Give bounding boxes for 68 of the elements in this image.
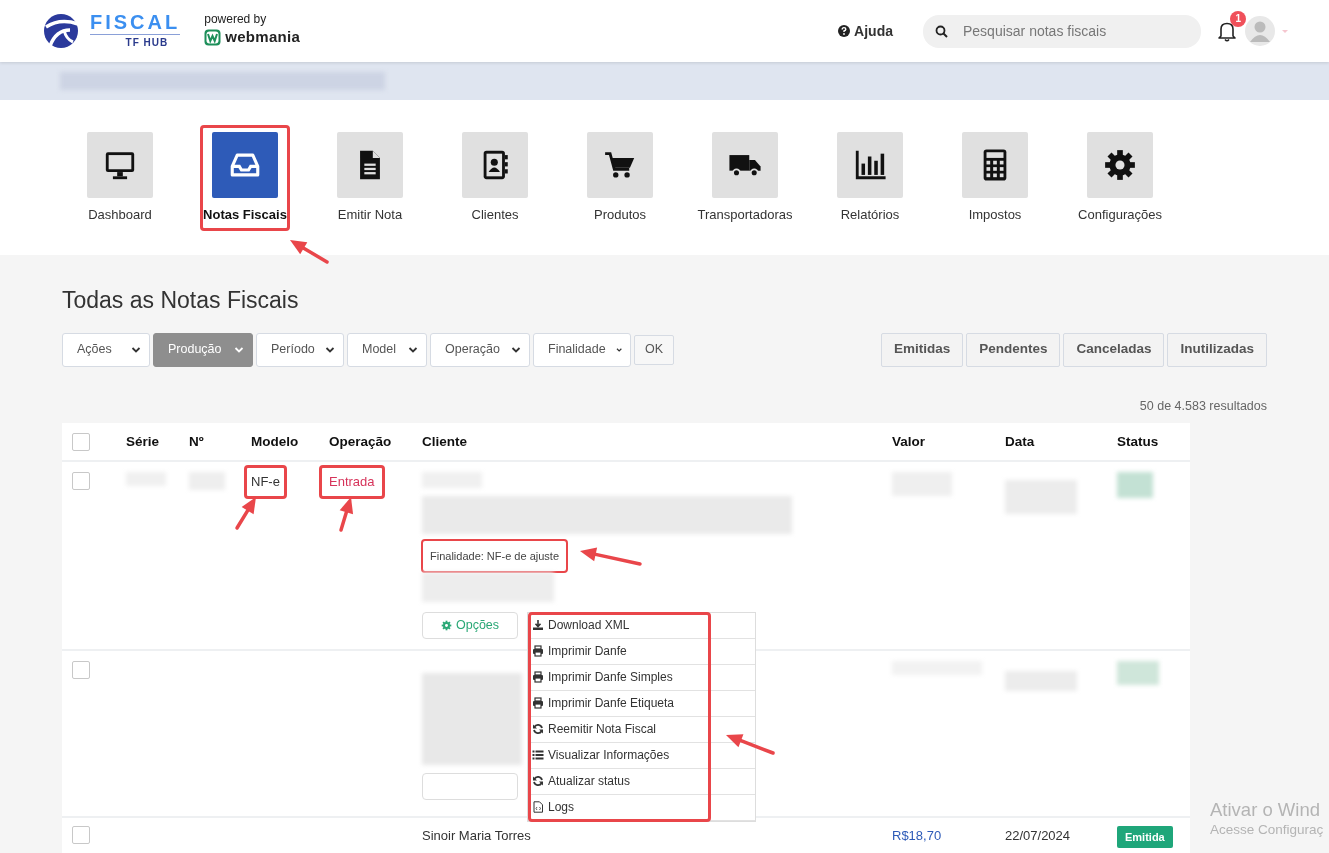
row-checkbox[interactable] [72, 825, 90, 844]
page-title: Todas as Notas Fiscais [62, 287, 300, 315]
table-cell: Sinoir Maria Torres [422, 827, 531, 843]
search-field[interactable]: Pesquisar notas fiscais [923, 14, 1201, 48]
annotation-arrow [290, 240, 329, 264]
filter-dropdown[interactable]: Período [256, 332, 344, 367]
caret-icon[interactable] [1282, 30, 1288, 33]
bar-chart-icon [853, 148, 887, 182]
help-icon [838, 25, 851, 37]
select-all-checkbox[interactable] [72, 432, 90, 451]
blurred-area [1117, 472, 1153, 499]
refresh-icon [532, 775, 544, 788]
blurred-area [1117, 660, 1159, 685]
annotation-arrow [339, 497, 354, 533]
column-header: Modelo [251, 433, 299, 449]
printer-icon [532, 645, 544, 658]
notification-bell-icon[interactable] [1218, 22, 1236, 42]
column-header: Nº [189, 433, 204, 449]
options-button[interactable] [422, 772, 518, 800]
results-count: 50 de 4.583 resultados [1138, 397, 1267, 415]
filter-dropdown[interactable]: Operação [430, 332, 530, 367]
help-link[interactable]: Ajuda [838, 20, 893, 42]
column-header: Série [126, 433, 160, 449]
column-header: Cliente [422, 433, 467, 449]
printer-icon [532, 671, 544, 684]
status-filter-button[interactable]: Inutilizadas [1167, 332, 1267, 367]
partner-name: webmania [225, 27, 301, 48]
logo-subtitle: TF HUB [124, 36, 170, 50]
settings-icon [1103, 148, 1137, 182]
code-file-icon [532, 801, 544, 814]
row-checkbox[interactable] [72, 472, 90, 491]
printer-icon [532, 697, 544, 710]
settings-icon [440, 619, 452, 631]
column-header: Valor [892, 433, 926, 449]
annotation-arrow [235, 497, 256, 531]
status-badge: Emitida [1117, 825, 1173, 849]
download-icon [532, 619, 544, 632]
table-cell: R$18,70 [892, 827, 942, 843]
status-filter-button[interactable]: Pendentes [966, 332, 1061, 367]
finalidade-note: Finalidade: NF-e de ajuste [430, 550, 559, 563]
table-cell: NF-e [251, 474, 280, 490]
filter-dropdown[interactable]: Finalidade [533, 332, 631, 367]
row-checkbox[interactable] [72, 660, 90, 679]
status-filter-button[interactable]: Canceladas [1063, 332, 1165, 367]
partner-logo-icon [204, 29, 221, 46]
column-header: Status [1117, 433, 1159, 449]
column-header: Data [1005, 433, 1035, 449]
powered-by-text: powered by [204, 13, 268, 27]
module-tab[interactable]: Transportadoras [697, 132, 793, 225]
activation-notice-text: Acesse Configuraç [1210, 821, 1325, 840]
status-filter-button[interactable]: Emitidas [880, 332, 964, 367]
table-cell: Entrada [329, 474, 375, 490]
notification-count: 1 [1230, 11, 1246, 27]
logo-text: FISCAL [90, 12, 181, 35]
annotation-arrow [580, 547, 642, 567]
highlight-box [244, 465, 287, 499]
highlight-box [319, 465, 385, 499]
refresh-icon [532, 723, 544, 736]
avatar[interactable] [1245, 16, 1275, 46]
column-header: Operação [329, 433, 392, 449]
logo-icon [44, 14, 79, 48]
filter-dropdown[interactable]: Ações [62, 332, 150, 367]
activation-notice-title: Ativar o Wind [1210, 800, 1321, 821]
table-cell: 22/07/2024 [1005, 827, 1071, 843]
ok-button[interactable]: OK [634, 334, 675, 365]
filter-dropdown[interactable]: Model [347, 332, 427, 367]
list-icon [532, 749, 544, 762]
annotation-arrow [726, 734, 775, 755]
